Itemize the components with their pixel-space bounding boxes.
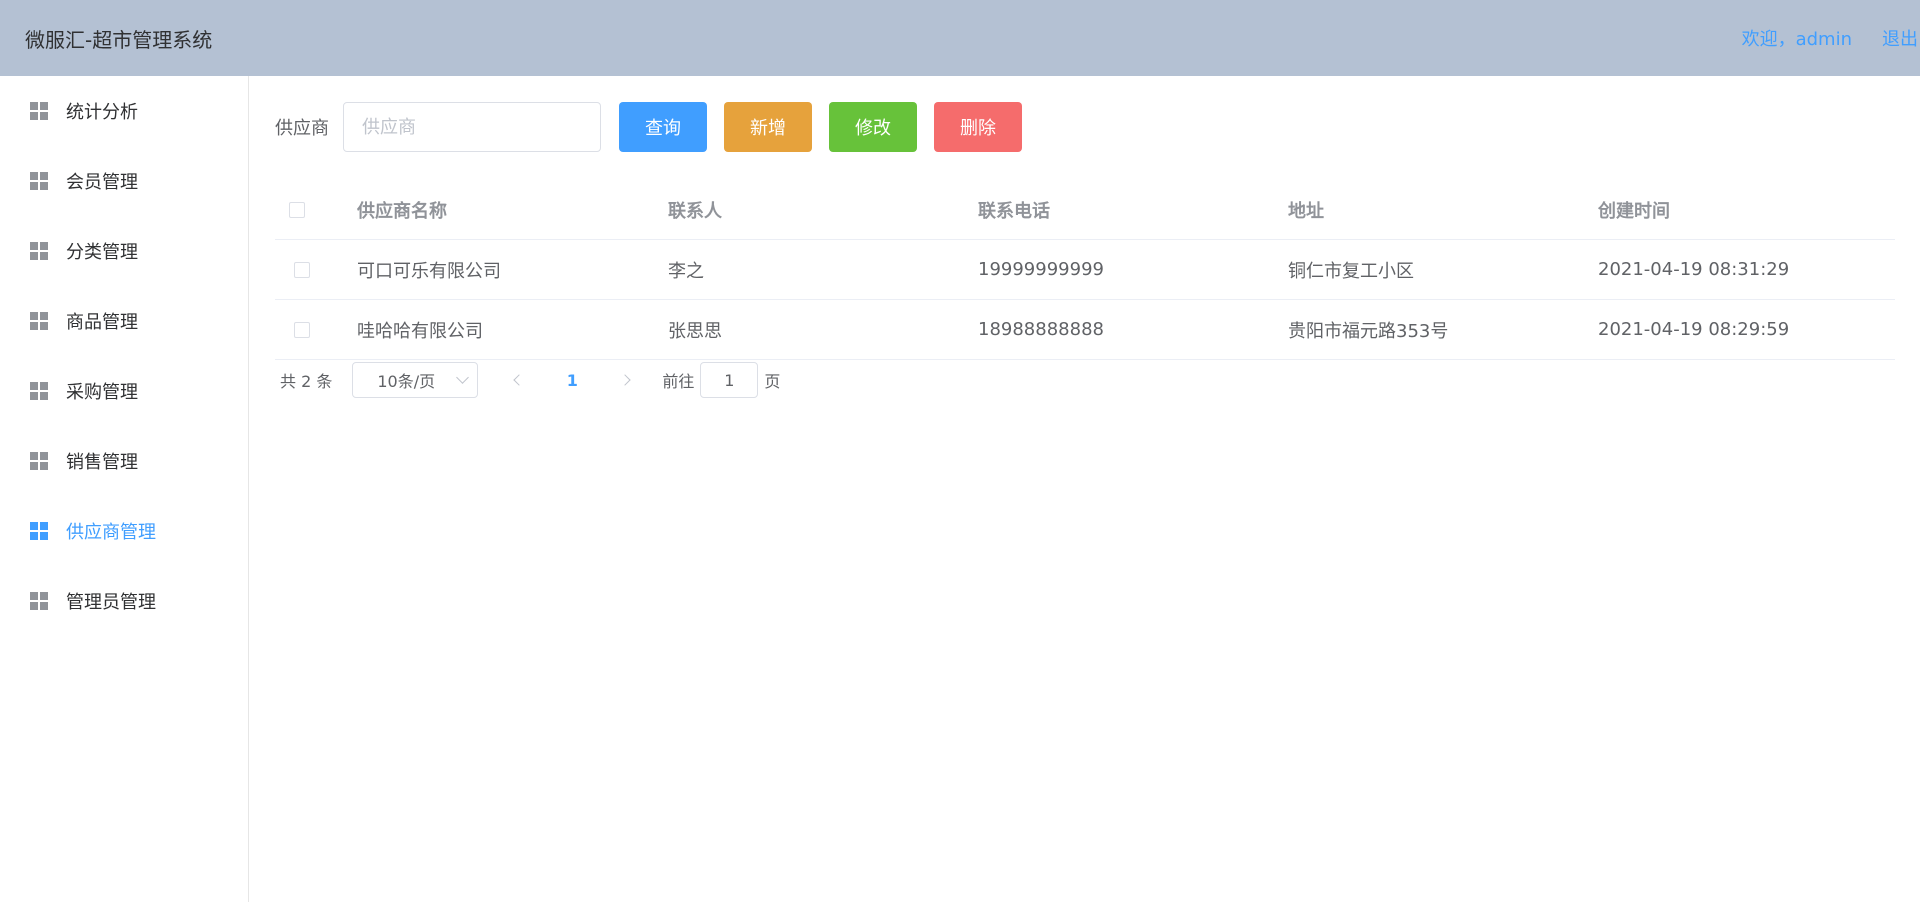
page-number-current[interactable]: 1 bbox=[554, 371, 590, 390]
sidebar-item-purchasing[interactable]: 采购管理 bbox=[0, 356, 248, 426]
edit-button[interactable]: 修改 bbox=[829, 102, 917, 152]
row-checkbox[interactable] bbox=[294, 261, 310, 278]
search-bar: 供应商 查询 新增 修改 删除 bbox=[275, 102, 1022, 152]
app-title: 微服汇-超市管理系统 bbox=[25, 27, 213, 52]
logout-link[interactable]: 退出 bbox=[1882, 25, 1918, 51]
column-header-contact: 联系人 bbox=[668, 200, 722, 222]
chevron-right-icon bbox=[619, 374, 632, 386]
sidebar-item-label: 商品管理 bbox=[66, 312, 138, 333]
column-header-created-time: 创建时间 bbox=[1598, 200, 1670, 222]
sidebar-item-suppliers[interactable]: 供应商管理 bbox=[0, 496, 248, 566]
page-size-value: 10条/页 bbox=[377, 372, 436, 391]
header-user-area: 欢迎，admin 退出 bbox=[1742, 0, 1920, 76]
column-header-phone: 联系电话 bbox=[978, 200, 1050, 222]
pagination-total: 共 2 条 bbox=[280, 372, 333, 391]
cell-contact: 李之 bbox=[668, 260, 704, 282]
welcome-text: 欢迎，admin bbox=[1741, 29, 1852, 50]
table-row[interactable]: 可口可乐有限公司 李之 19999999999 铜仁市复工小区 2021-04-… bbox=[275, 240, 1895, 300]
cell-created-time: 2021-04-19 08:31:29 bbox=[1598, 259, 1790, 280]
column-header-address: 地址 bbox=[1288, 200, 1324, 222]
sidebar-item-admins[interactable]: 管理员管理 bbox=[0, 566, 248, 636]
cell-supplier-name: 可口可乐有限公司 bbox=[357, 260, 501, 282]
sidebar-item-label: 采购管理 bbox=[66, 382, 138, 403]
grid-icon bbox=[30, 592, 48, 610]
cell-address: 贵阳市福元路353号 bbox=[1288, 320, 1449, 342]
sidebar-item-sales[interactable]: 销售管理 bbox=[0, 426, 248, 496]
row-checkbox[interactable] bbox=[294, 321, 310, 338]
goto-suffix: 页 bbox=[764, 372, 781, 391]
grid-icon bbox=[30, 102, 48, 120]
cell-address: 铜仁市复工小区 bbox=[1288, 260, 1414, 282]
sidebar-item-label: 分类管理 bbox=[66, 242, 138, 263]
goto-page-input[interactable] bbox=[700, 362, 759, 398]
sidebar-item-categories[interactable]: 分类管理 bbox=[0, 216, 248, 286]
cell-phone: 19999999999 bbox=[978, 259, 1104, 280]
cell-contact: 张思思 bbox=[668, 320, 722, 342]
grid-icon bbox=[30, 452, 48, 470]
chevron-left-icon bbox=[513, 374, 526, 386]
table-header-row: 供应商名称 联系人 联系电话 地址 创建时间 bbox=[275, 180, 1895, 240]
goto-page: 前往 页 bbox=[662, 362, 780, 398]
cell-supplier-name: 哇哈哈有限公司 bbox=[357, 320, 483, 342]
supplier-search-input[interactable] bbox=[343, 102, 601, 152]
delete-button[interactable]: 删除 bbox=[934, 102, 1022, 152]
supplier-field-label: 供应商 bbox=[275, 118, 329, 139]
cell-created-time: 2021-04-19 08:29:59 bbox=[1598, 319, 1790, 340]
sidebar-item-label: 统计分析 bbox=[66, 102, 138, 123]
sidebar-item-label: 销售管理 bbox=[66, 452, 138, 473]
grid-icon bbox=[30, 382, 48, 400]
sidebar-item-members[interactable]: 会员管理 bbox=[0, 146, 248, 216]
sidebar-item-statistics[interactable]: 统计分析 bbox=[0, 76, 248, 146]
sidebar-item-label: 管理员管理 bbox=[66, 592, 156, 613]
query-button[interactable]: 查询 bbox=[619, 102, 707, 152]
grid-icon bbox=[30, 522, 48, 540]
main-content: 供应商 查询 新增 修改 删除 供应商名称 联系人 联系电话 地址 创建时间 可… bbox=[250, 76, 1920, 902]
goto-prefix: 前往 bbox=[662, 372, 695, 391]
pagination: 共 2 条 10条/页 1 前往 页 bbox=[280, 362, 780, 398]
grid-icon bbox=[30, 172, 48, 190]
page-size-select[interactable]: 10条/页 bbox=[352, 362, 479, 398]
grid-icon bbox=[30, 312, 48, 330]
select-all-checkbox[interactable] bbox=[289, 201, 305, 218]
table-row[interactable]: 哇哈哈有限公司 张思思 18988888888 贵阳市福元路353号 2021-… bbox=[275, 300, 1895, 360]
cell-phone: 18988888888 bbox=[978, 319, 1104, 340]
next-page-button[interactable] bbox=[610, 365, 640, 395]
add-button[interactable]: 新增 bbox=[724, 102, 812, 152]
sidebar-item-label: 供应商管理 bbox=[66, 522, 156, 543]
sidebar-item-products[interactable]: 商品管理 bbox=[0, 286, 248, 356]
grid-icon bbox=[30, 242, 48, 260]
top-header: 微服汇-超市管理系统 欢迎，admin 退出 bbox=[0, 0, 1920, 76]
column-header-supplier-name: 供应商名称 bbox=[357, 200, 447, 222]
sidebar: 统计分析 会员管理 分类管理 商品管理 采购管理 销售管理 供应商管理 管理员管… bbox=[0, 76, 249, 902]
supplier-table: 供应商名称 联系人 联系电话 地址 创建时间 可口可乐有限公司 李之 19999… bbox=[275, 180, 1895, 360]
prev-page-button[interactable] bbox=[504, 365, 534, 395]
sidebar-item-label: 会员管理 bbox=[66, 172, 138, 193]
chevron-down-icon bbox=[456, 371, 470, 384]
